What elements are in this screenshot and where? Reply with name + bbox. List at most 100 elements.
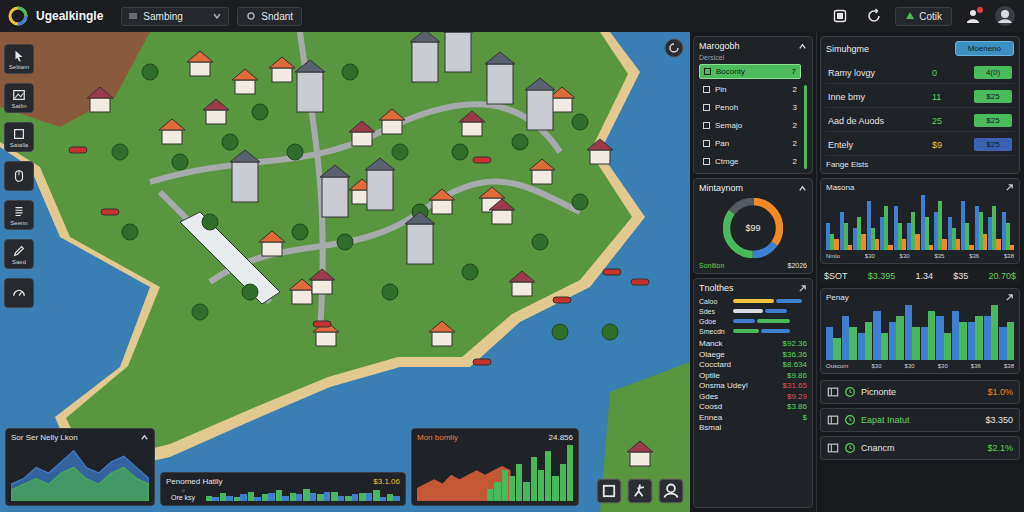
checkbox[interactable] <box>703 158 710 165</box>
house[interactable] <box>587 139 613 164</box>
logo-icon[interactable] <box>8 6 28 26</box>
house[interactable] <box>309 269 335 294</box>
tool-button[interactable]: Saed <box>4 239 34 269</box>
road <box>150 32 580 332</box>
house-wall <box>90 98 110 112</box>
house[interactable] <box>259 231 285 256</box>
collapse-icon[interactable] <box>798 184 807 193</box>
house[interactable] <box>87 87 113 112</box>
collapse-icon[interactable] <box>140 433 149 442</box>
trend-bar-segment <box>757 319 790 323</box>
house[interactable] <box>429 321 455 346</box>
area-series <box>11 467 149 501</box>
notifications[interactable] <box>960 8 986 24</box>
filter-item[interactable]: Boconty 7 <box>699 64 801 79</box>
grid-icon[interactable] <box>596 478 622 504</box>
bar-group <box>303 489 316 501</box>
tool-button[interactable] <box>4 278 34 308</box>
bar <box>268 493 274 501</box>
filter-item[interactable]: Ctmge 2 <box>699 154 801 169</box>
scrollbar[interactable] <box>804 64 807 169</box>
expand-icon[interactable] <box>798 284 807 293</box>
trend-value: $36.36 <box>783 350 807 361</box>
house[interactable] <box>203 99 229 124</box>
building[interactable] <box>485 52 515 104</box>
checkbox[interactable] <box>703 122 710 129</box>
walk-icon[interactable] <box>627 478 653 504</box>
boat[interactable] <box>313 321 331 327</box>
house-wall <box>590 150 610 164</box>
recenter-icon[interactable] <box>664 38 684 58</box>
house[interactable] <box>313 321 339 346</box>
tool-button[interactable]: Selttam <box>4 44 34 74</box>
house[interactable] <box>459 111 485 136</box>
boat[interactable] <box>101 209 119 215</box>
boat[interactable] <box>553 297 571 303</box>
building[interactable] <box>443 32 473 72</box>
house-roof <box>429 189 455 200</box>
building[interactable] <box>525 78 555 130</box>
boat[interactable] <box>603 269 621 275</box>
expand-icon[interactable] <box>1005 293 1014 302</box>
building[interactable] <box>365 158 395 210</box>
dropdown[interactable]: Sambing <box>121 7 229 26</box>
house[interactable] <box>349 121 375 146</box>
collapse-icon[interactable] <box>798 42 807 51</box>
house[interactable] <box>509 271 535 296</box>
box-icon <box>15 129 24 138</box>
list-row[interactable]: Eapat Inatut $3.350 <box>820 408 1020 432</box>
map-view[interactable]: Selttam Satlin Satalla Seenn Saed Sor Se… <box>0 32 690 512</box>
checkbox[interactable] <box>703 140 710 147</box>
boat[interactable] <box>69 147 87 153</box>
tool-button[interactable]: Satalla <box>4 122 34 152</box>
axis-label: $36 <box>971 363 981 369</box>
boat[interactable] <box>473 359 491 365</box>
filter-item[interactable]: Pan 2 <box>699 136 801 151</box>
refresh-icon[interactable] <box>866 8 882 24</box>
checkbox[interactable] <box>703 104 710 111</box>
expand-icon[interactable] <box>1005 183 1014 192</box>
tool-button[interactable]: Seenn <box>4 200 34 230</box>
building[interactable] <box>230 150 260 202</box>
mode-field[interactable]: Sndant <box>237 7 302 26</box>
house[interactable] <box>289 279 315 304</box>
trend-value: $9.86 <box>787 371 807 382</box>
people-icon[interactable] <box>658 478 684 504</box>
building[interactable] <box>410 32 440 82</box>
scrollbar-thumb[interactable] <box>804 85 807 169</box>
walk-icon-lines <box>635 485 644 497</box>
filter-list-wrap: Boconty 7 Pin 2 Penoh 3 Semajo 2 Pan 2 C… <box>699 64 807 169</box>
house[interactable] <box>529 159 555 184</box>
filter-item[interactable]: Penoh 3 <box>699 100 801 115</box>
checkbox[interactable] <box>704 68 711 75</box>
map-cards: Sor Ser Nelly Lkon Penomed Hatily $3.1.0… <box>5 428 684 506</box>
avatar-icon[interactable] <box>994 5 1016 27</box>
tool-button[interactable] <box>4 161 34 191</box>
boat[interactable] <box>631 279 649 285</box>
bar-group <box>387 489 400 501</box>
building[interactable] <box>320 165 350 217</box>
trend-bar-segment <box>776 299 802 303</box>
house[interactable] <box>379 109 405 134</box>
house[interactable] <box>627 441 653 466</box>
window-icon[interactable] <box>832 8 848 24</box>
building[interactable] <box>405 212 435 264</box>
list-row[interactable]: Picnonte $1.0% <box>820 380 1020 404</box>
house[interactable] <box>232 69 258 94</box>
checkbox[interactable] <box>703 86 710 93</box>
filter-item[interactable]: Semajo 2 <box>699 118 801 133</box>
building[interactable] <box>295 60 325 112</box>
boat[interactable] <box>473 157 491 163</box>
tool-button[interactable]: Satlin <box>4 83 34 113</box>
house[interactable] <box>269 57 295 82</box>
house[interactable] <box>187 51 213 76</box>
house[interactable] <box>489 199 515 224</box>
house[interactable] <box>429 189 455 214</box>
bar-chart <box>826 195 1014 250</box>
list-row[interactable]: Cnancm $2.1% <box>820 436 1020 460</box>
trend-value-label: Olaege <box>699 350 725 361</box>
house[interactable] <box>159 119 185 144</box>
simulation-button[interactable]: Moeneno <box>955 41 1014 56</box>
action-button[interactable]: Cotik <box>895 7 952 26</box>
filter-item[interactable]: Pin 2 <box>699 82 801 97</box>
